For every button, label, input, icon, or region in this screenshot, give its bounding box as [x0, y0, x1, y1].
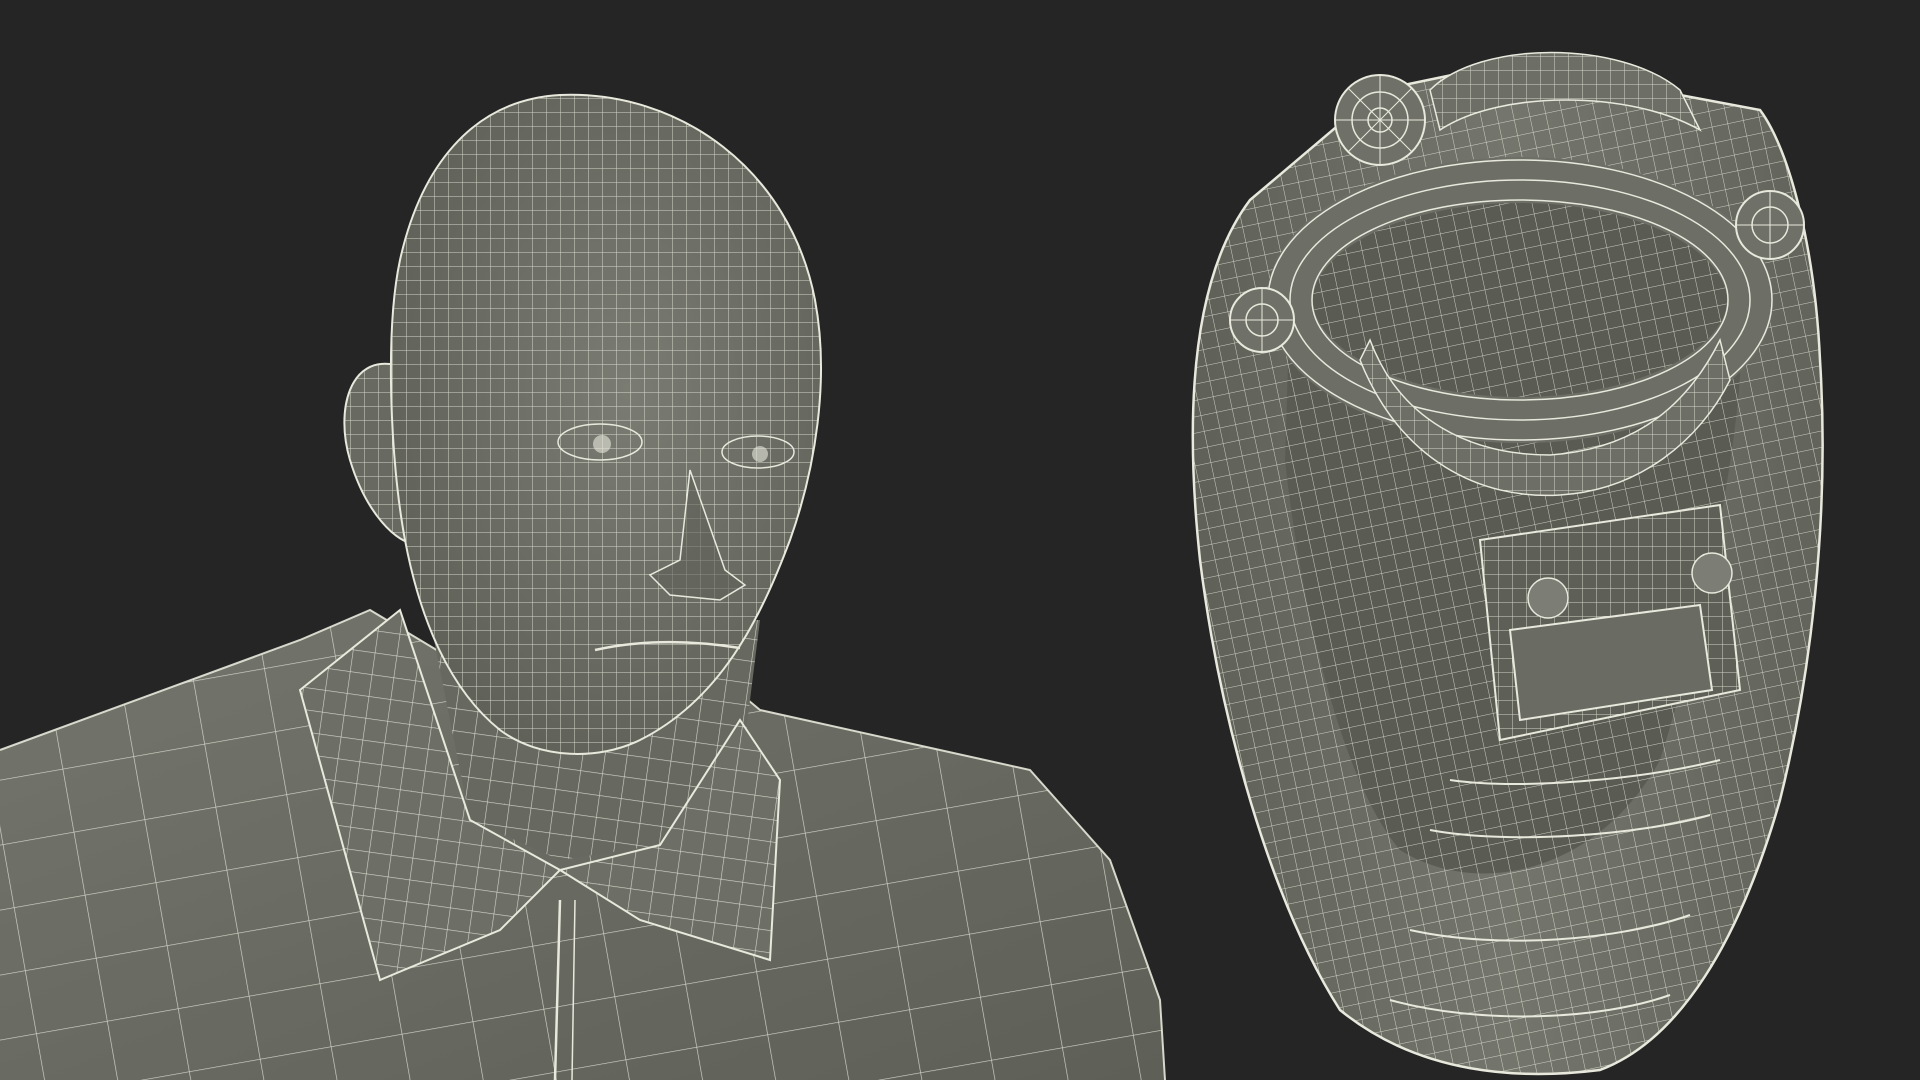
wireframe-render [0, 51, 1824, 1080]
sensor-right [1691, 552, 1733, 594]
render-viewport [0, 0, 1920, 1080]
welding-helmet [1191, 51, 1824, 1076]
pivot-knob-left [1229, 287, 1295, 353]
head-mesh [389, 93, 822, 755]
pivot-knob-right [1735, 190, 1805, 260]
ratchet-knob-top [1334, 74, 1426, 166]
sensor-left [1527, 577, 1569, 619]
worker-head-and-shirt [0, 93, 1166, 1080]
